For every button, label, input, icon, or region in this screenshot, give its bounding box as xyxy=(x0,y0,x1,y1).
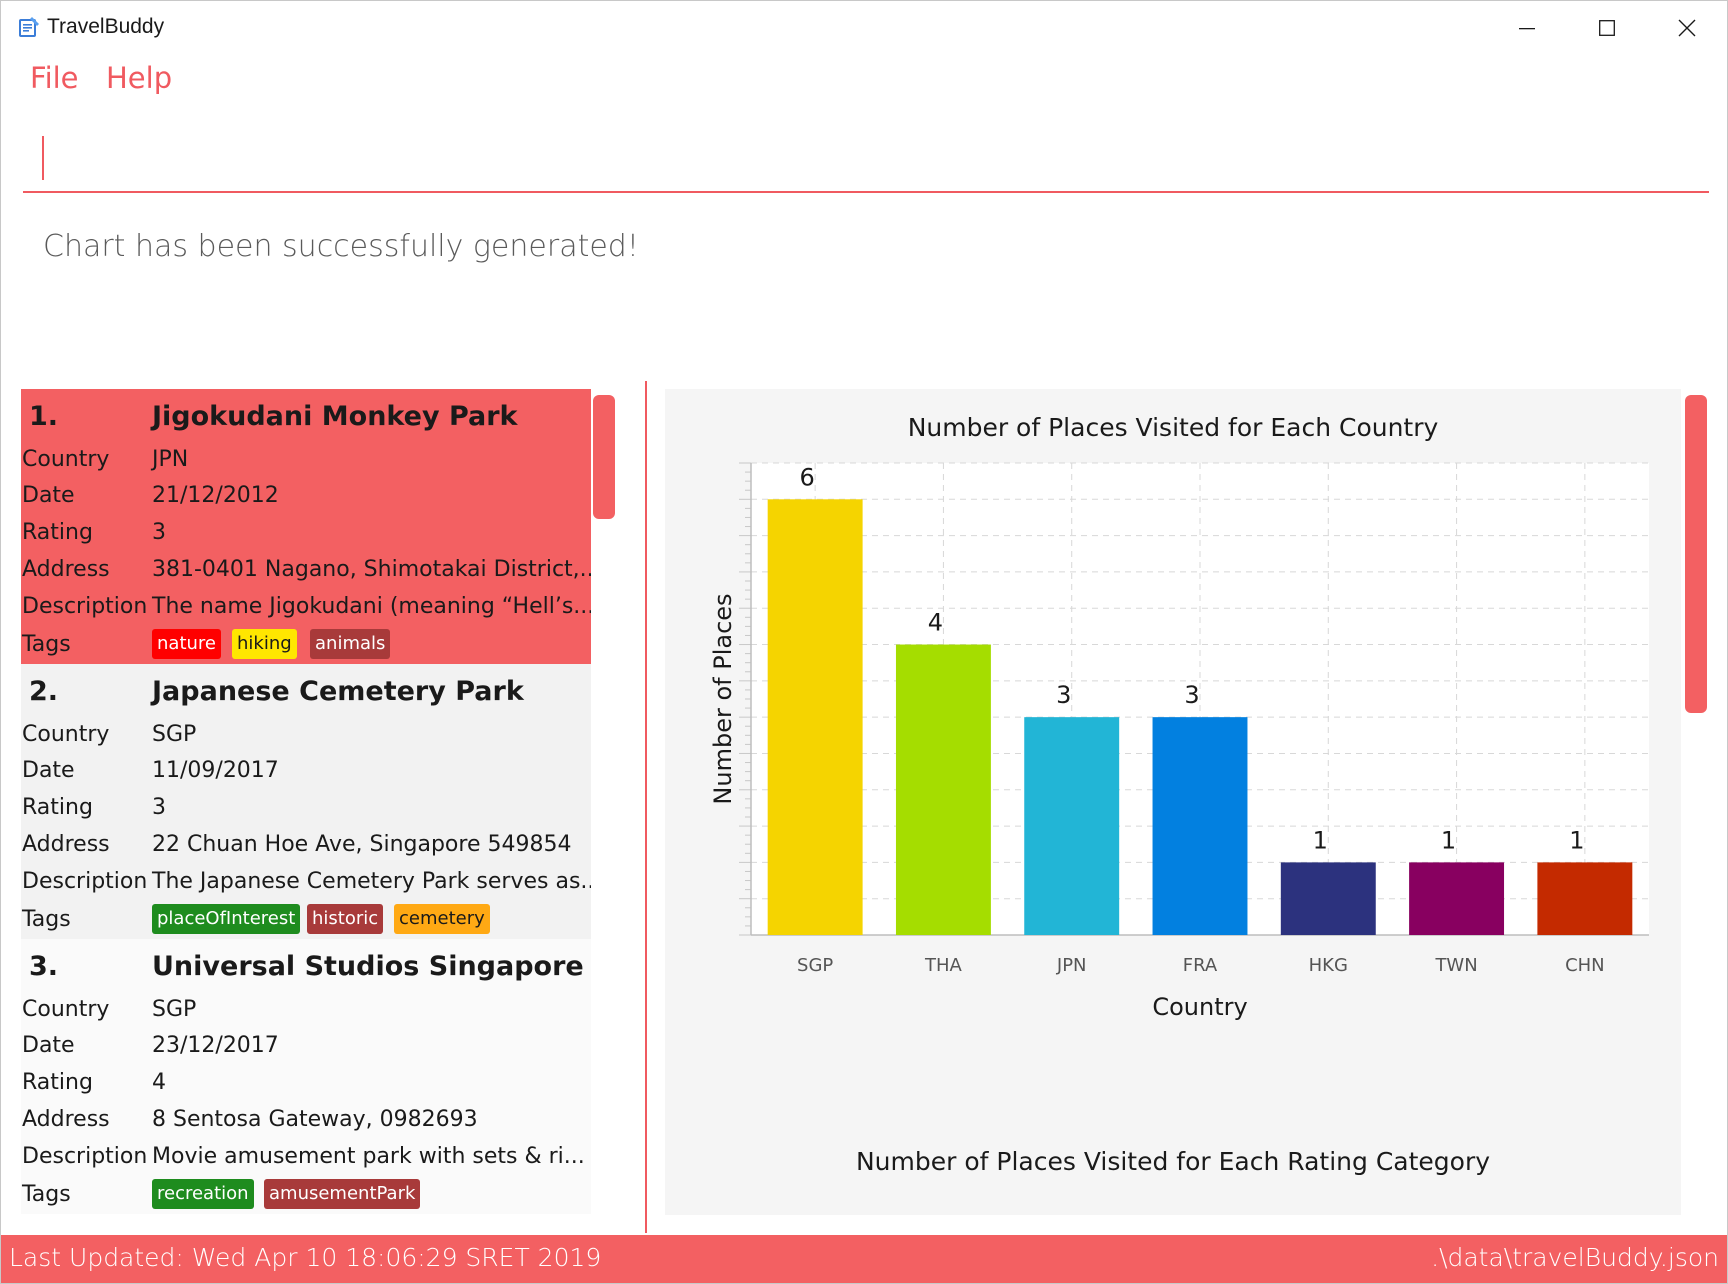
list-scrollbar-thumb[interactable] xyxy=(593,395,615,519)
country-label: Country xyxy=(22,722,110,747)
x-tick-label: HKG xyxy=(1309,955,1348,976)
rating-label: Rating xyxy=(22,795,93,820)
data-label: 3 xyxy=(1056,681,1071,709)
date-value: 23/12/2017 xyxy=(152,1033,279,1058)
maximize-button[interactable] xyxy=(1567,1,1647,55)
address-label: Address xyxy=(22,832,110,857)
tags-label: Tags xyxy=(22,1182,71,1207)
date-value: 21/12/2012 xyxy=(152,483,279,508)
x-tick-label: CHN xyxy=(1565,955,1605,976)
data-label: 3 xyxy=(1184,681,1199,709)
bar-sgp xyxy=(767,499,863,935)
window-title: TravelBuddy xyxy=(47,15,165,38)
description-label: Description xyxy=(22,869,148,894)
tag-badge: placeOfInterest xyxy=(152,904,301,934)
minimize-icon xyxy=(1519,28,1535,30)
country-value: SGP xyxy=(152,722,197,747)
data-label: 6 xyxy=(800,463,815,491)
place-card[interactable]: 3. Universal Studios Singapore Country S… xyxy=(21,939,591,1214)
rating-value: 4 xyxy=(152,1070,166,1095)
bar-hkg xyxy=(1280,862,1376,935)
place-name: Universal Studios Singapore xyxy=(152,951,584,982)
data-label: 1 xyxy=(1313,826,1328,854)
data-label: 1 xyxy=(1441,826,1456,854)
x-tick-label: THA xyxy=(924,955,963,976)
chart-scrollbar-thumb[interactable] xyxy=(1685,395,1707,713)
y-axis-title: Number of Places xyxy=(709,593,737,804)
rating-label: Rating xyxy=(22,520,93,545)
country-bar-chart: 6 SGP 4 THA 3 JPN 3 FRA 1 HKG 1 TWN 1 CHN Country Numbe… xyxy=(709,462,1649,1021)
menu-help[interactable]: Help xyxy=(106,61,172,95)
data-label: 1 xyxy=(1569,826,1584,854)
address-label: Address xyxy=(22,557,110,582)
text-caret xyxy=(42,136,44,180)
tag-badge: cemetery xyxy=(394,904,490,934)
place-name: Jigokudani Monkey Park xyxy=(152,401,518,432)
tag-badge: hiking xyxy=(232,629,297,659)
country-value: SGP xyxy=(152,997,197,1022)
description-label: Description xyxy=(22,594,148,619)
date-label: Date xyxy=(22,758,75,783)
bar-chn xyxy=(1537,862,1633,935)
address-value: 8 Sentosa Gateway, 0982693 xyxy=(152,1107,478,1132)
address-value: 22 Chuan Hoe Ave, Singapore 549854 xyxy=(152,832,572,857)
date-label: Date xyxy=(22,483,75,508)
bar-tha xyxy=(895,644,991,935)
minimize-button[interactable] xyxy=(1487,1,1567,55)
address-label: Address xyxy=(22,1107,110,1132)
place-index: 2. xyxy=(29,676,59,707)
place-index: 3. xyxy=(29,951,59,982)
bar-jpn xyxy=(1024,717,1120,935)
tag-badge: historic xyxy=(307,904,384,934)
maximize-icon xyxy=(1599,20,1615,36)
rating-label: Rating xyxy=(22,1070,93,1095)
bar-twn xyxy=(1409,862,1505,935)
place-index: 1. xyxy=(29,401,59,432)
tag-badge: recreation xyxy=(152,1179,254,1209)
last-updated-text: Last Updated: Wed Apr 10 18:06:29 SRET 2… xyxy=(9,1243,602,1272)
title-bar[interactable]: TravelBuddy xyxy=(1,1,1727,55)
address-value: 381-0401 Nagano, Shimotakai District,... xyxy=(152,557,591,582)
tag-badge: nature xyxy=(152,629,221,659)
date-label: Date xyxy=(22,1033,75,1058)
close-icon xyxy=(1678,19,1696,37)
app-window: TravelBuddy File Help Chart has been suc… xyxy=(0,0,1728,1284)
description-value: The name Jigokudani (meaning “Hell’s... xyxy=(152,594,591,619)
close-button[interactable] xyxy=(1647,1,1727,55)
chart-title: Number of Places Visited for Each Countr… xyxy=(907,413,1439,442)
x-tick-label: TWN xyxy=(1434,955,1477,976)
place-card[interactable]: 1. Jigokudani Monkey Park Country JPN Da… xyxy=(21,389,591,664)
date-value: 11/09/2017 xyxy=(152,758,279,783)
description-value: The Japanese Cemetery Park serves as... xyxy=(152,869,591,894)
tag-badge: animals xyxy=(310,629,391,659)
status-bar: Last Updated: Wed Apr 10 18:06:29 SRET 2… xyxy=(1,1235,1727,1283)
x-tick-label: JPN xyxy=(1056,955,1087,976)
tags-label: Tags xyxy=(22,632,71,657)
place-list[interactable]: 1. Jigokudani Monkey Park Country JPN Da… xyxy=(21,389,591,1215)
panel-divider[interactable] xyxy=(645,381,647,1233)
data-label: 4 xyxy=(928,609,943,637)
tags-label: Tags xyxy=(22,907,71,932)
chart-title-2: Number of Places Visited for Each Rating… xyxy=(855,1147,1491,1176)
x-tick-label: SGP xyxy=(797,955,833,976)
place-name: Japanese Cemetery Park xyxy=(152,676,524,707)
result-message: Chart has been successfully generated! xyxy=(43,229,639,264)
rating-value: 3 xyxy=(152,520,166,545)
menu-file[interactable]: File xyxy=(30,61,79,95)
country-label: Country xyxy=(22,447,110,472)
country-value: JPN xyxy=(152,447,189,472)
country-label: Country xyxy=(22,997,110,1022)
bar-fra xyxy=(1152,717,1248,935)
description-value: Movie amusement park with sets & ri... xyxy=(152,1144,585,1169)
place-card[interactable]: 2. Japanese Cemetery Park Country SGP Da… xyxy=(21,664,591,939)
chart-panel[interactable]: 6 SGP 4 THA 3 JPN 3 FRA 1 HKG 1 TWN 1 CHN Country Numbe… xyxy=(665,389,1681,1215)
description-label: Description xyxy=(22,1144,148,1169)
x-axis-title: Country xyxy=(1152,993,1247,1021)
app-logo-icon xyxy=(17,15,41,39)
x-tick-label: FRA xyxy=(1183,955,1218,976)
tag-badge: amusementPark xyxy=(264,1179,421,1209)
rating-value: 3 xyxy=(152,795,166,820)
file-path-text: .\data\travelBuddy.json xyxy=(1431,1243,1719,1272)
command-input[interactable] xyxy=(23,125,1709,193)
